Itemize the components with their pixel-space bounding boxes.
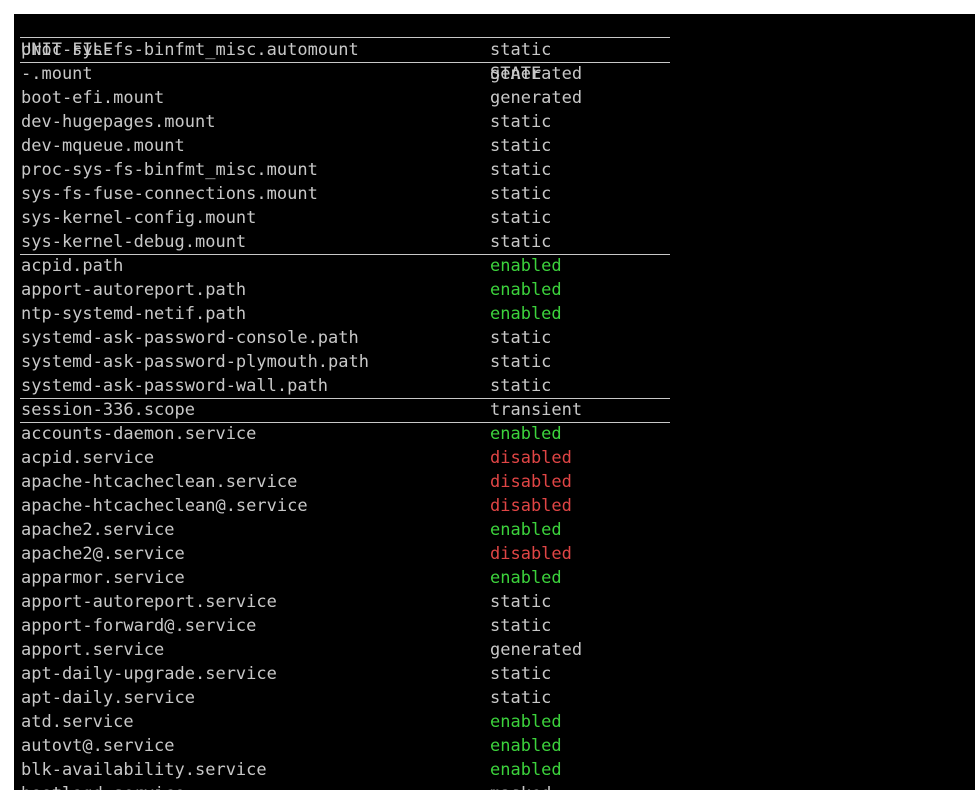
unit-state: static <box>490 688 552 708</box>
unit-file-name: apport-autoreport.service <box>21 592 277 612</box>
unit-state: generated <box>490 64 583 84</box>
unit-state: static <box>490 232 552 252</box>
table-row: atd.service enabled <box>14 710 975 734</box>
unit-file-name: boot-efi.mount <box>21 88 165 108</box>
unit-state: static <box>490 136 552 156</box>
unit-file-name: ntp-systemd-netif.path <box>21 304 247 324</box>
table-row: apt-daily-upgrade.service static <box>14 662 975 686</box>
table-row: bootlogd.service masked <box>14 782 975 790</box>
table-row: apache2@.service disabled <box>14 542 975 566</box>
table-row: autovt@.service enabled <box>14 734 975 758</box>
table-row: apache2.service enabled <box>14 518 975 542</box>
unit-file-name: atd.service <box>21 712 134 732</box>
table-row: apache-htcacheclean@.service disabled <box>14 494 975 518</box>
unit-file-name: acpid.path <box>21 256 124 276</box>
unit-file-name: sys-kernel-debug.mount <box>21 232 247 252</box>
unit-state: enabled <box>490 256 562 276</box>
unit-state: disabled <box>490 472 572 492</box>
unit-state: enabled <box>490 760 562 780</box>
table-row: session-336.scope transient <box>14 398 975 422</box>
unit-state: static <box>490 184 552 204</box>
unit-state: static <box>490 352 552 372</box>
unit-state: generated <box>490 88 583 108</box>
unit-file-name: systemd-ask-password-console.path <box>21 328 359 348</box>
table-row: apport.service generated <box>14 638 975 662</box>
unit-state: static <box>490 376 552 396</box>
table-row: blk-availability.service enabled <box>14 758 975 782</box>
table-row: acpid.path enabled <box>14 254 975 278</box>
unit-state: static <box>490 112 552 132</box>
table-row: apt-daily.service static <box>14 686 975 710</box>
unit-file-name: systemd-ask-password-wall.path <box>21 376 329 396</box>
unit-file-name: dev-mqueue.mount <box>21 136 185 156</box>
unit-file-name: apparmor.service <box>21 568 185 588</box>
table-row: systemd-ask-password-console.path static <box>14 326 975 350</box>
unit-file-name: session-336.scope <box>21 400 195 420</box>
unit-state: generated <box>490 640 583 660</box>
unit-file-name: apport-forward@.service <box>21 616 257 636</box>
unit-state: disabled <box>490 496 572 516</box>
table-row: proc-sys-fs-binfmt_misc.mount static <box>14 158 975 182</box>
table-row: systemd-ask-password-plymouth.path static <box>14 350 975 374</box>
unit-file-name: apport.service <box>21 640 165 660</box>
unit-file-name: proc-sys-fs-binfmt_misc.mount <box>21 160 318 180</box>
table-row: sys-kernel-debug.mount static <box>14 230 975 254</box>
unit-state: static <box>490 616 552 636</box>
unit-state: static <box>490 664 552 684</box>
unit-file-name: accounts-daemon.service <box>21 424 257 444</box>
table-row: acpid.service disabled <box>14 446 975 470</box>
unit-state: enabled <box>490 712 562 732</box>
unit-state: masked <box>490 782 551 790</box>
table-row: apparmor.service enabled <box>14 566 975 590</box>
table-row: dev-hugepages.mount static <box>14 110 975 134</box>
unit-state: static <box>490 40 552 60</box>
unit-state: enabled <box>490 520 562 540</box>
terminal-window[interactable]: UNIT FILE STATE proc-sys-fs-binfmt_misc.… <box>14 14 975 790</box>
table-row: dev-mqueue.mount static <box>14 134 975 158</box>
unit-file-name: apport-autoreport.path <box>21 280 247 300</box>
unit-state: static <box>490 328 552 348</box>
unit-state: enabled <box>490 280 562 300</box>
table-row: apport-forward@.service static <box>14 614 975 638</box>
table-row: systemd-ask-password-wall.path static <box>14 374 975 398</box>
unit-file-name: apache-htcacheclean.service <box>21 472 298 492</box>
unit-file-name: apt-daily.service <box>21 688 195 708</box>
unit-file-name: apache2@.service <box>21 544 185 564</box>
unit-file-name: autovt@.service <box>21 736 175 756</box>
unit-file-name: sys-fs-fuse-connections.mount <box>21 184 318 204</box>
unit-state: static <box>490 592 552 612</box>
unit-file-name: dev-hugepages.mount <box>21 112 216 132</box>
unit-state: disabled <box>490 448 572 468</box>
unit-file-name: apache-htcacheclean@.service <box>21 496 308 516</box>
unit-state: static <box>490 208 552 228</box>
unit-file-name: blk-availability.service <box>21 760 267 780</box>
table-row: sys-fs-fuse-connections.mount static <box>14 182 975 206</box>
unit-state: enabled <box>490 304 562 324</box>
unit-file-name: acpid.service <box>21 448 155 468</box>
unit-file-name: proc-sys-fs-binfmt_misc.automount <box>21 40 359 60</box>
unit-file-name: systemd-ask-password-plymouth.path <box>21 352 369 372</box>
unit-state: static <box>490 160 552 180</box>
unit-state: transient <box>490 400 583 420</box>
table-header: UNIT FILE STATE <box>14 14 975 84</box>
unit-state: enabled <box>490 424 562 444</box>
table-row: accounts-daemon.service enabled <box>14 422 975 446</box>
table-row: sys-kernel-config.mount static <box>14 206 975 230</box>
table-row: -.mount generated <box>14 62 975 86</box>
table-row: apport-autoreport.path enabled <box>14 278 975 302</box>
unit-file-name: apt-daily-upgrade.service <box>21 664 277 684</box>
unit-state: disabled <box>490 544 572 564</box>
unit-file-name: -.mount <box>21 64 93 84</box>
unit-file-name: bootlogd.service <box>21 782 185 790</box>
unit-file-name: sys-kernel-config.mount <box>21 208 257 228</box>
unit-file-name: apache2.service <box>21 520 175 540</box>
unit-state: enabled <box>490 568 562 588</box>
table-row: proc-sys-fs-binfmt_misc.automount static <box>14 38 975 62</box>
table-row: apport-autoreport.service static <box>14 590 975 614</box>
table-row: apache-htcacheclean.service disabled <box>14 470 975 494</box>
table-row: ntp-systemd-netif.path enabled <box>14 302 975 326</box>
unit-state: enabled <box>490 736 562 756</box>
table-row: boot-efi.mount generated <box>14 86 975 110</box>
